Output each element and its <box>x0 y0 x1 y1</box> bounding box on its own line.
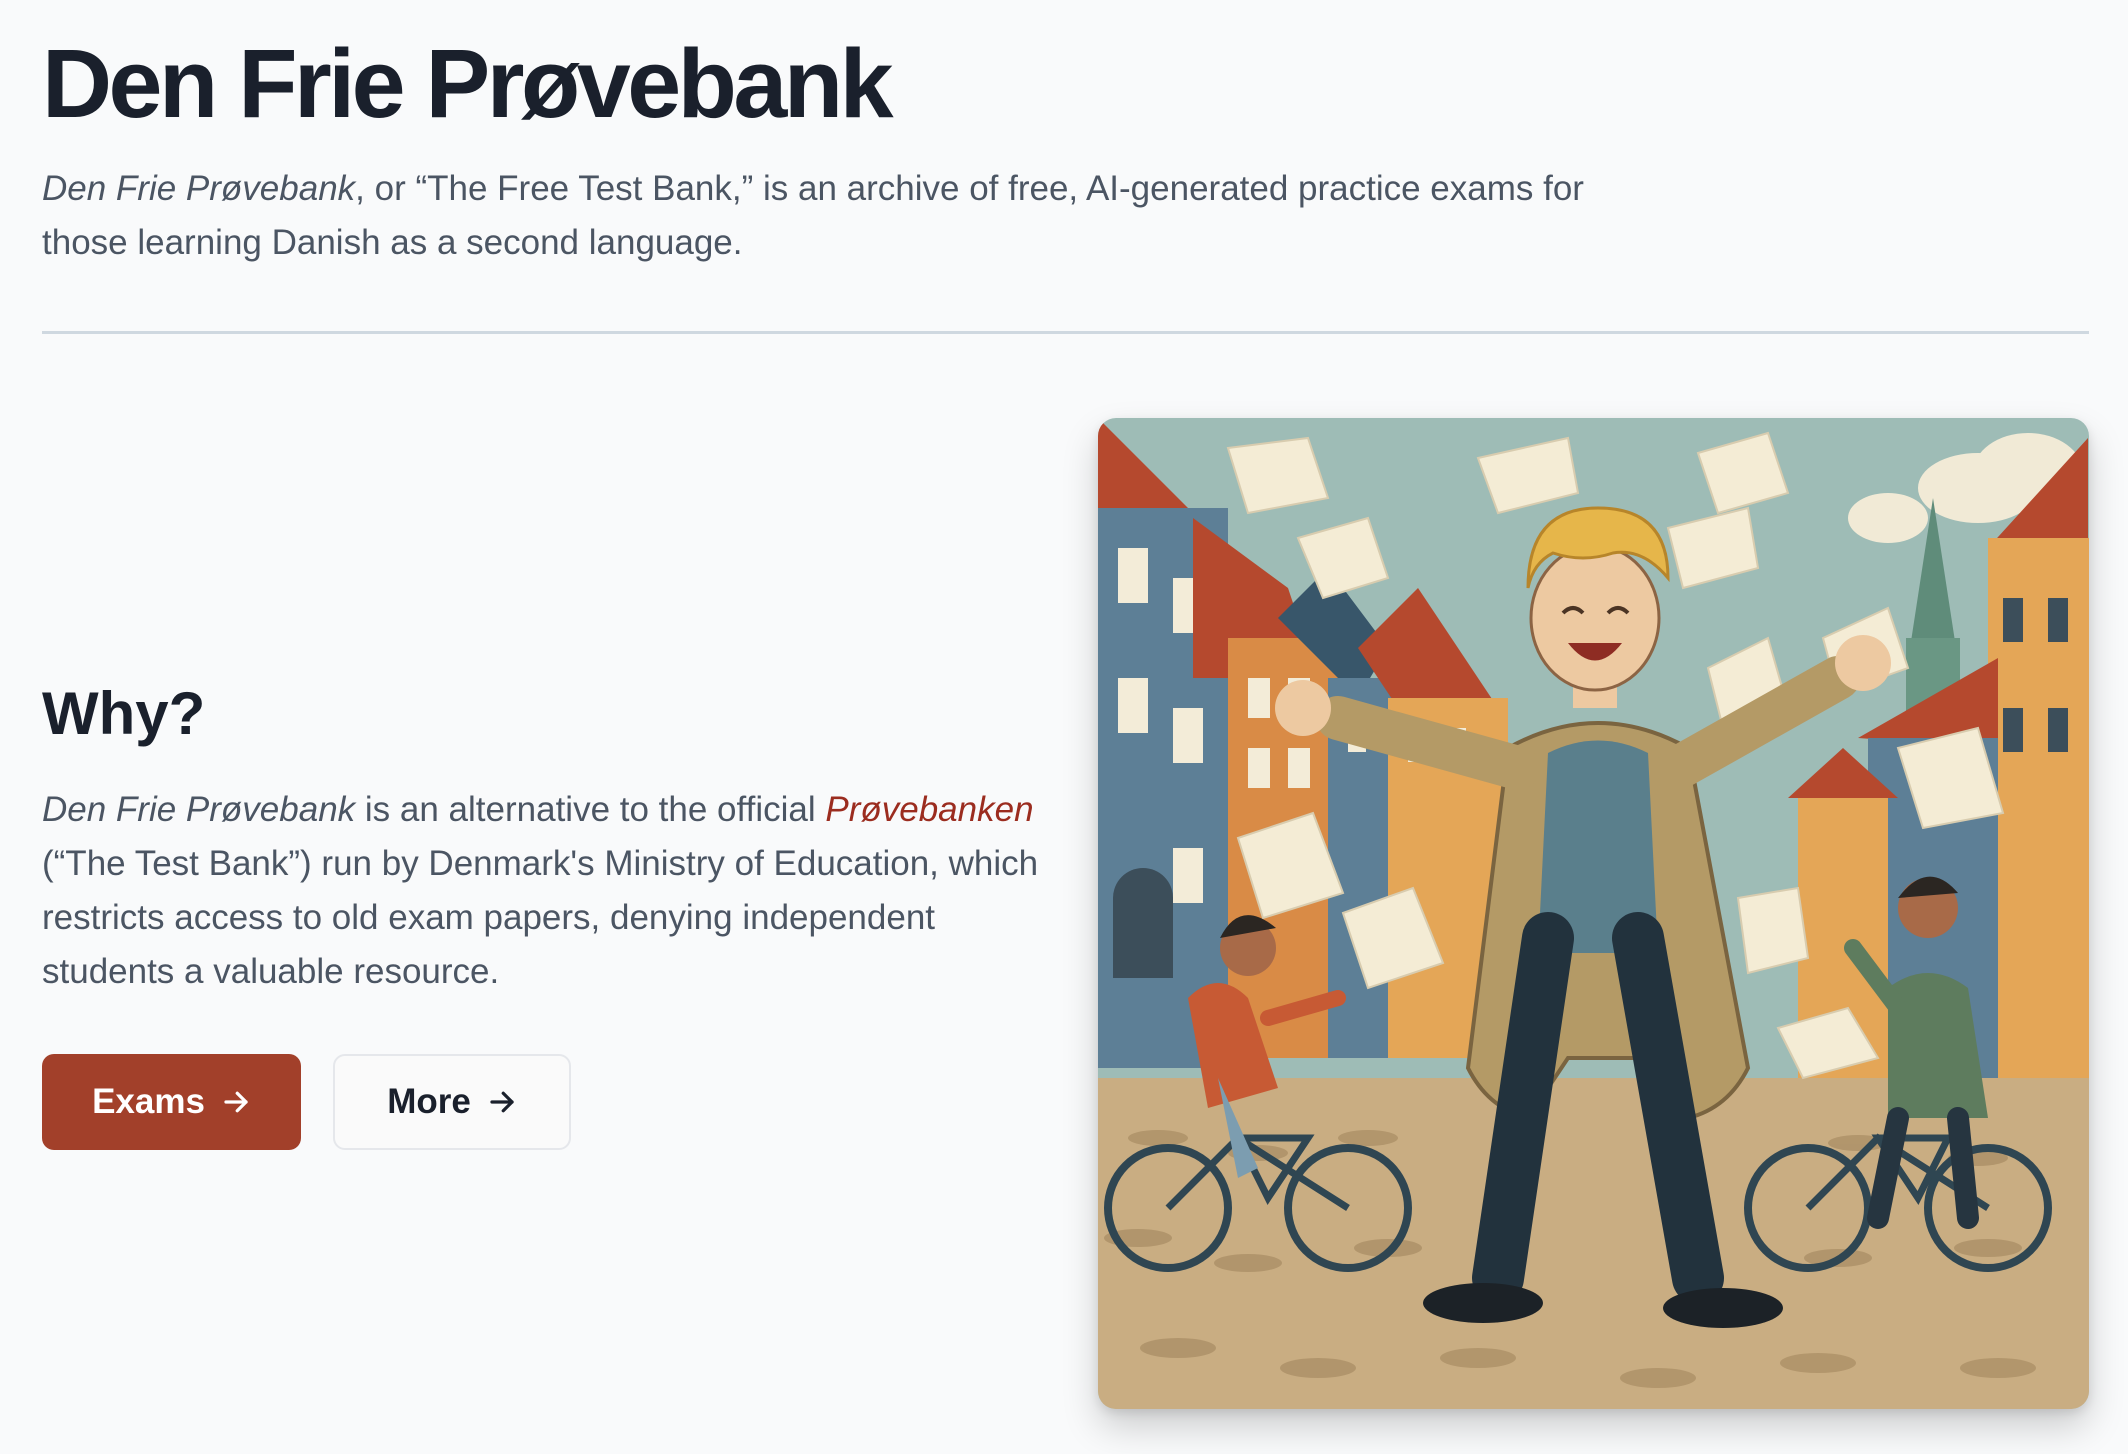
page: Den Frie Prøvebank Den Frie Prøvebank, o… <box>0 0 2128 1454</box>
illustration-icon <box>1098 418 2089 1409</box>
more-button[interactable]: More <box>333 1054 571 1150</box>
intro-site-name: Den Frie Prøvebank <box>42 169 356 208</box>
why-text-2: (“The Test Bank”) run by Denmark's Minis… <box>42 844 1039 991</box>
why-paragraph: Den Frie Prøvebank is an alternative to … <box>42 783 1042 999</box>
provebanken-link[interactable]: Prøvebanken <box>825 790 1033 829</box>
why-text-1: is an alternative to the official <box>355 790 826 829</box>
why-site-name: Den Frie Prøvebank <box>42 790 356 829</box>
section-divider <box>42 331 2089 334</box>
exams-button-label: Exams <box>92 1082 205 1121</box>
more-button-label: More <box>387 1082 471 1121</box>
arrow-right-icon <box>221 1087 251 1117</box>
why-heading: Why? <box>42 680 206 747</box>
hero-illustration <box>1098 418 2089 1409</box>
page-title: Den Frie Prøvebank <box>42 29 894 138</box>
arrow-right-icon <box>487 1087 517 1117</box>
exams-button[interactable]: Exams <box>42 1054 301 1150</box>
intro-paragraph: Den Frie Prøvebank, or “The Free Test Ba… <box>42 162 1602 270</box>
